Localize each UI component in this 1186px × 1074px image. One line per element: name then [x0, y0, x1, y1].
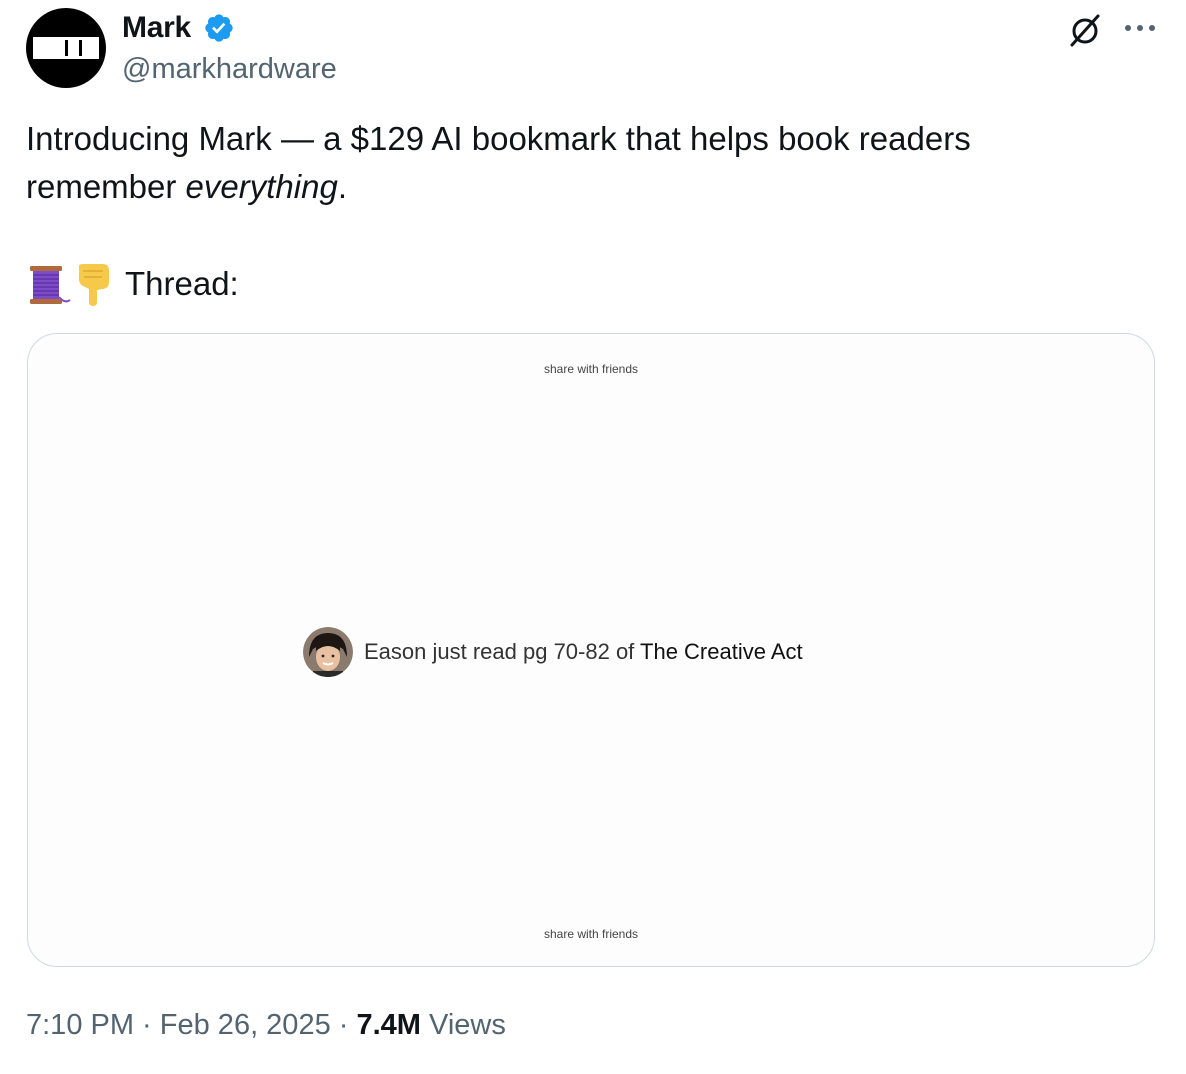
thread-label: Thread: — [125, 265, 239, 302]
tweet-text-line-2: remember everything. — [26, 167, 347, 207]
share-with-friends-top: share with friends — [543, 362, 639, 376]
pointing-down-emoji — [78, 264, 109, 306]
views-count[interactable]: 7.4M — [356, 1009, 420, 1041]
author-avatar[interactable] — [26, 8, 106, 88]
spool-of-thread-emoji — [30, 266, 71, 304]
tweet-meta: 7:10 PM · Feb 26, 2025 · 7.4M Views — [26, 1006, 506, 1044]
meta-separator: · — [134, 1009, 160, 1041]
tweet-text-suffix: . — [337, 168, 347, 205]
media-card[interactable]: share with friends Eason just read pg 70… — [27, 333, 1155, 967]
author-display-name[interactable]: Mark — [122, 10, 191, 46]
reader-activity-prefix: Eason just read pg 70-82 of — [364, 639, 641, 664]
tweet-time[interactable]: 7:10 PM — [26, 1009, 134, 1041]
views-label: Views — [420, 1009, 506, 1041]
mark-logo-icon — [33, 37, 99, 59]
tweet-text-emphasis: everything — [185, 168, 338, 205]
verified-badge-icon — [205, 14, 233, 42]
reader-avatar — [303, 627, 353, 677]
grok-icon[interactable] — [1066, 11, 1104, 49]
more-icon[interactable] — [1121, 14, 1159, 42]
reader-activity-text: Eason just read pg 70-82 of The Creative… — [364, 639, 803, 665]
tweet-text-prefix: remember — [26, 168, 186, 205]
share-with-friends-bottom: share with friends — [543, 927, 639, 941]
book-title: The Creative Act — [640, 639, 803, 664]
meta-separator: · — [330, 1009, 357, 1041]
tweet-text-line-1: Introducing Mark — a $129 AI bookmark th… — [26, 120, 971, 157]
tweet-date[interactable]: Feb 26, 2025 — [160, 1009, 331, 1041]
author-handle[interactable]: @markhardware — [122, 51, 337, 87]
